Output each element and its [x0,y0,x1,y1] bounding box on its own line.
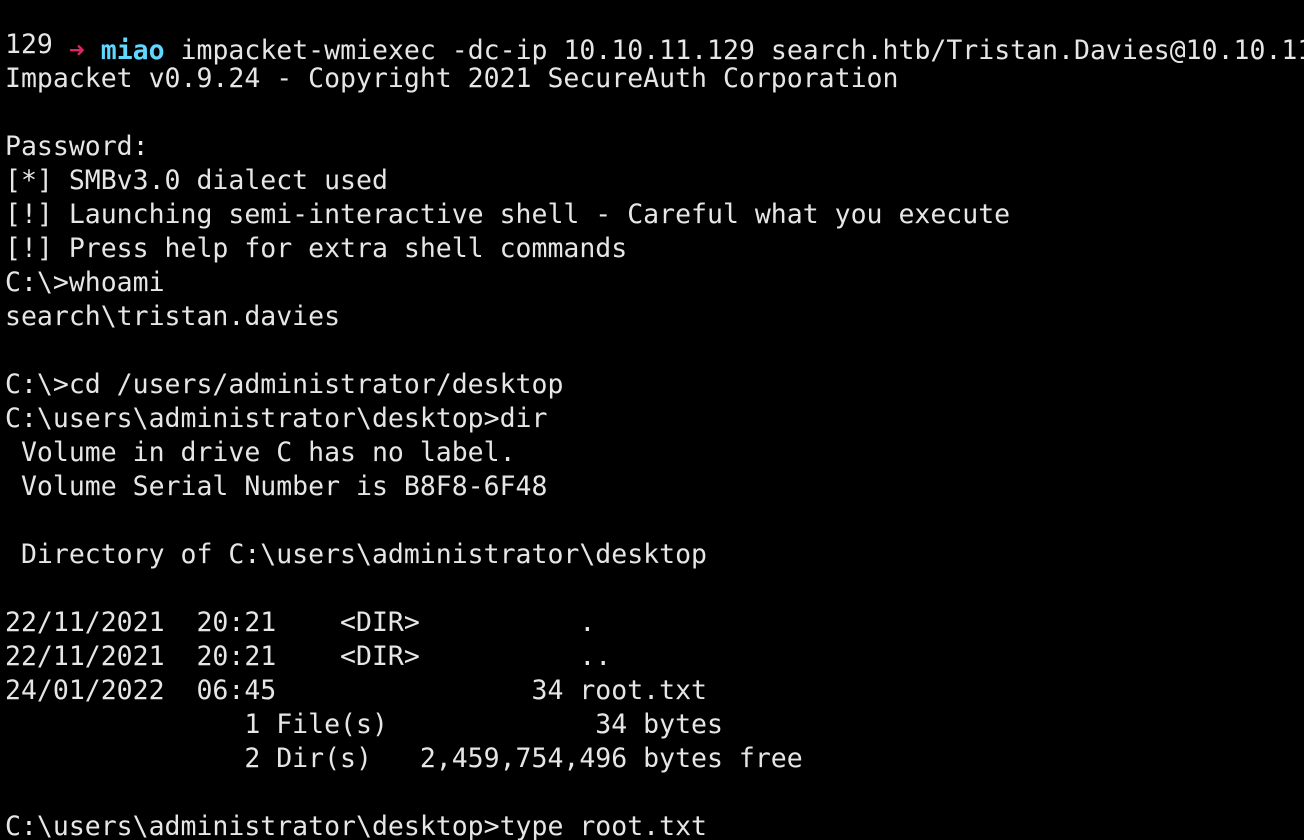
password-prompt-line: Password: [5,131,149,162]
help-hint-line: [!] Press help for extra shell commands [5,233,628,264]
command-line: ➜ miao impacket-wmiexec -dc-ip 10.10.11.… [5,0,1304,66]
scrollbar-thumb[interactable] [1295,0,1301,790]
terminal-scrollbar[interactable] [1290,0,1304,840]
whoami-command-line: C:\>whoami [5,267,165,298]
command-wrap-line: 129 [5,29,53,60]
cd-command-line: C:\>cd /users/administrator/desktop [5,369,564,400]
type-command-line: C:\users\administrator\desktop>type root… [5,811,707,840]
dir-entry-root-txt: 24/01/2022 06:45 34 root.txt [5,675,707,706]
shell-warning-line: [!] Launching semi-interactive shell - C… [5,199,1011,230]
directory-header-line: Directory of C:\users\administrator\desk… [5,539,707,570]
file-count-summary: 1 File(s) 34 bytes [5,709,723,740]
volume-label-line: Volume in drive C has no label. [5,437,516,468]
dir-entry-parent: 22/11/2021 20:21 <DIR> .. [5,641,612,672]
smb-dialect-line: [*] SMBv3.0 dialect used [5,165,388,196]
dir-entry-current: 22/11/2021 20:21 <DIR> . [5,607,596,638]
whoami-output-line: search\tristan.davies [5,301,341,332]
impacket-version-line: Impacket v0.9.24 - Copyright 2021 Secure… [5,63,899,94]
dir-count-summary: 2 Dir(s) 2,459,754,496 bytes free [5,743,803,774]
terminal-window[interactable]: ➜ miao impacket-wmiexec -dc-ip 10.10.11.… [0,0,1304,840]
dir-command-line: C:\users\administrator\desktop>dir [5,403,548,434]
volume-serial-line: Volume Serial Number is B8F8-6F48 [5,471,548,502]
